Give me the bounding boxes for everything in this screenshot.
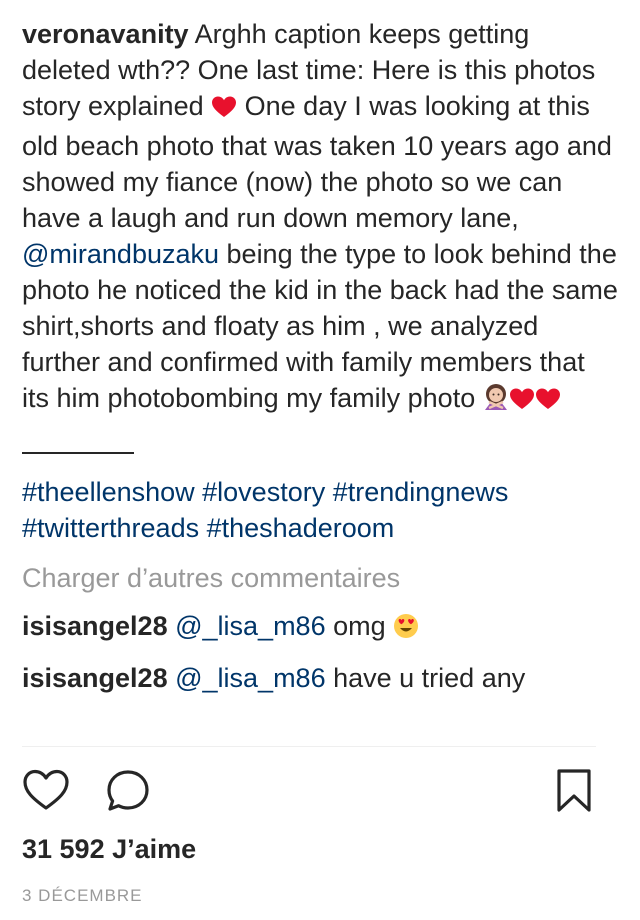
heart-emoji <box>535 384 561 420</box>
woman-gesturing-no-emoji <box>483 383 509 420</box>
comment-button[interactable] <box>104 768 152 817</box>
caption-mention-link[interactable]: @mirandbuzaku <box>22 239 219 269</box>
hashtag-link[interactable]: #lovestory <box>202 477 325 507</box>
speech-bubble-icon <box>104 770 152 817</box>
comment-text: omg <box>333 611 386 641</box>
caption-username[interactable]: veronavanity <box>22 19 189 49</box>
hashtag-link[interactable]: #trendingnews <box>333 477 509 507</box>
comment-username[interactable]: isisangel28 <box>22 611 168 641</box>
action-bar <box>22 768 596 818</box>
likes-count[interactable]: 31 592 J’aime <box>22 834 196 865</box>
hashtag-link[interactable]: #theshaderoom <box>207 513 395 543</box>
heart-eyes-emoji <box>393 612 419 648</box>
comment-mention-link[interactable]: @_lisa_m86 <box>175 611 325 641</box>
heart-outline-icon <box>22 769 70 815</box>
bookmark-icon <box>554 769 594 817</box>
comment-text: have u tried any <box>333 663 526 693</box>
heart-emoji <box>211 92 237 128</box>
heart-emoji <box>509 384 535 420</box>
caption: veronavanity Arghh caption keeps getting… <box>22 16 618 420</box>
like-button[interactable] <box>22 768 70 815</box>
comment-username[interactable]: isisangel28 <box>22 663 168 693</box>
hashtag-list: #theellenshow #lovestory #trendingnews #… <box>22 474 618 546</box>
load-more-comments-button[interactable]: Charger d’autres commentaires <box>22 560 400 596</box>
post-caption-area: veronavanity Arghh caption keeps getting… <box>22 16 618 696</box>
caption-divider <box>22 452 134 454</box>
comment-mention-link[interactable]: @_lisa_m86 <box>175 663 325 693</box>
comment-item: isisangel28 @_lisa_m86 omg <box>22 608 618 648</box>
hashtag-link[interactable]: #theellenshow <box>22 477 195 507</box>
comment-list: isisangel28 @_lisa_m86 omg isisangel28 @… <box>22 608 618 696</box>
comment-item: isisangel28 @_lisa_m86 have u tried any <box>22 660 618 696</box>
save-button[interactable] <box>554 768 594 817</box>
actions-separator <box>22 746 596 747</box>
hashtag-link[interactable]: #twitterthreads <box>22 513 199 543</box>
post-date: 3 DÉCEMBRE <box>22 886 143 905</box>
